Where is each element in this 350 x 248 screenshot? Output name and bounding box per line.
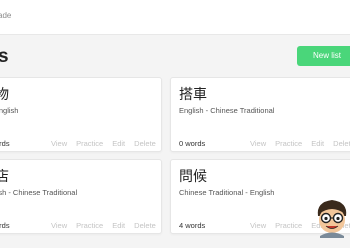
list-card: 店 lish - Chinese Traditional ords View P… (0, 159, 162, 234)
card-languages: English - Chinese Traditional (179, 106, 275, 115)
edit-link[interactable]: Edit (112, 221, 125, 230)
delete-link[interactable]: Delete (134, 221, 156, 230)
card-title[interactable]: 問候 (179, 166, 207, 186)
card-word-count: 4 words (179, 221, 206, 230)
view-link[interactable]: View (250, 139, 266, 148)
card-languages: Chinese Traditional - English (179, 188, 275, 197)
practice-link[interactable]: Practice (275, 139, 302, 148)
card-title[interactable]: 物 (0, 84, 9, 104)
delete-link[interactable]: Delete (134, 139, 156, 148)
delete-link[interactable]: Delete (333, 139, 350, 148)
card-word-count: ords (0, 221, 10, 230)
card-languages: Chinese Traditional - English (0, 106, 19, 115)
edit-link[interactable]: Edit (311, 139, 324, 148)
card-title[interactable]: 店 (0, 166, 9, 186)
card-actions: View Practice Edit Delete (51, 139, 156, 148)
brand-name[interactable]: ade (0, 11, 11, 20)
list-card: 物 Chinese Traditional - English ords Vie… (0, 77, 162, 152)
practice-link[interactable]: Practice (76, 221, 103, 230)
practice-link[interactable]: Practice (76, 139, 103, 148)
practice-link[interactable]: Practice (275, 221, 302, 230)
view-link[interactable]: View (51, 139, 67, 148)
mascot-icon[interactable] (312, 196, 350, 238)
card-word-count: ords (0, 139, 10, 148)
card-title[interactable]: 搭車 (179, 84, 207, 104)
card-actions: View Practice Edit Delete (250, 139, 350, 148)
view-link[interactable]: View (51, 221, 67, 230)
card-languages: lish - Chinese Traditional (0, 188, 78, 197)
view-link[interactable]: View (250, 221, 266, 230)
top-navbar: ade (0, 0, 350, 35)
new-list-button[interactable]: New list (297, 46, 350, 66)
card-word-count: 0 words (179, 139, 206, 148)
edit-link[interactable]: Edit (112, 139, 125, 148)
card-actions: View Practice Edit Delete (51, 221, 156, 230)
page-title: s (0, 46, 9, 67)
list-card: 搭車 English - Chinese Traditional 0 words… (170, 77, 350, 152)
